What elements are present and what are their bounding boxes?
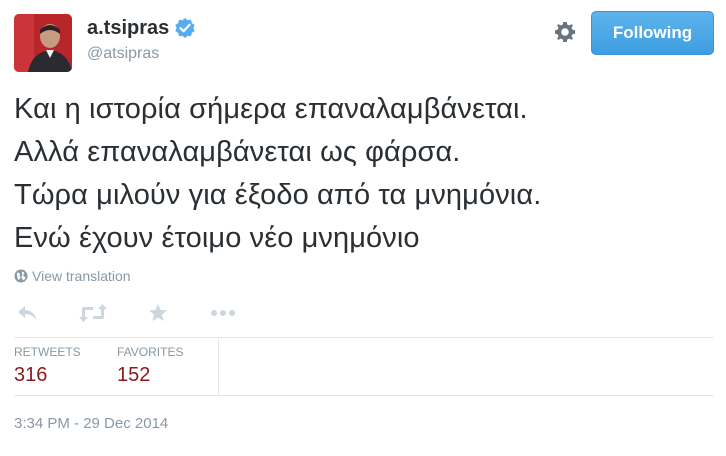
favorites-label: FAVORITES bbox=[117, 345, 184, 359]
verified-badge-icon bbox=[174, 17, 196, 39]
display-name-row: a.tsipras bbox=[87, 14, 196, 42]
favorites-count: 152 bbox=[117, 364, 151, 386]
globe-icon bbox=[14, 269, 28, 283]
tweet-stats: RETWEETS 316 FAVORITES 152 bbox=[0, 337, 726, 395]
user-handle[interactable]: @atsipras bbox=[87, 43, 196, 65]
tweet-line: Ενώ έχουν έτοιμο νέο μνημόνιο bbox=[14, 222, 420, 254]
avatar[interactable] bbox=[14, 14, 72, 72]
user-block: a.tsipras @atsipras bbox=[87, 14, 196, 65]
retweets-count: 316 bbox=[14, 364, 48, 386]
retweet-icon[interactable] bbox=[78, 298, 108, 328]
following-button[interactable]: Following bbox=[591, 11, 714, 55]
reply-icon[interactable] bbox=[16, 298, 38, 328]
gear-icon[interactable] bbox=[553, 20, 577, 44]
retweets-label: RETWEETS bbox=[14, 345, 81, 359]
display-name[interactable]: a.tsipras bbox=[87, 14, 169, 42]
star-icon[interactable] bbox=[148, 298, 168, 328]
tweet-line: Αλλά επαναλαμβάνεται ως φάρσα. bbox=[14, 136, 461, 168]
more-icon[interactable] bbox=[210, 298, 236, 328]
tweet-line: Τώρα μιλούν για έξοδο από τα μνημόνια. bbox=[14, 179, 542, 211]
divider bbox=[14, 395, 714, 396]
favorites-stat[interactable]: FAVORITES 152 bbox=[117, 344, 183, 388]
view-translation-label: View translation bbox=[32, 268, 131, 284]
tweet-text: Και η ιστορία σήμερα επαναλαμβάνεται. Αλ… bbox=[14, 88, 714, 260]
view-translation-link[interactable]: View translation bbox=[14, 268, 131, 284]
timestamp[interactable]: 3:34 PM - 29 Dec 2014 bbox=[14, 414, 168, 434]
retweets-stat[interactable]: RETWEETS 316 bbox=[14, 344, 81, 388]
tweet-actions bbox=[14, 298, 274, 328]
tweet-line: Και η ιστορία σήμερα επαναλαμβάνεται. bbox=[14, 93, 528, 125]
stats-separator bbox=[218, 337, 219, 395]
